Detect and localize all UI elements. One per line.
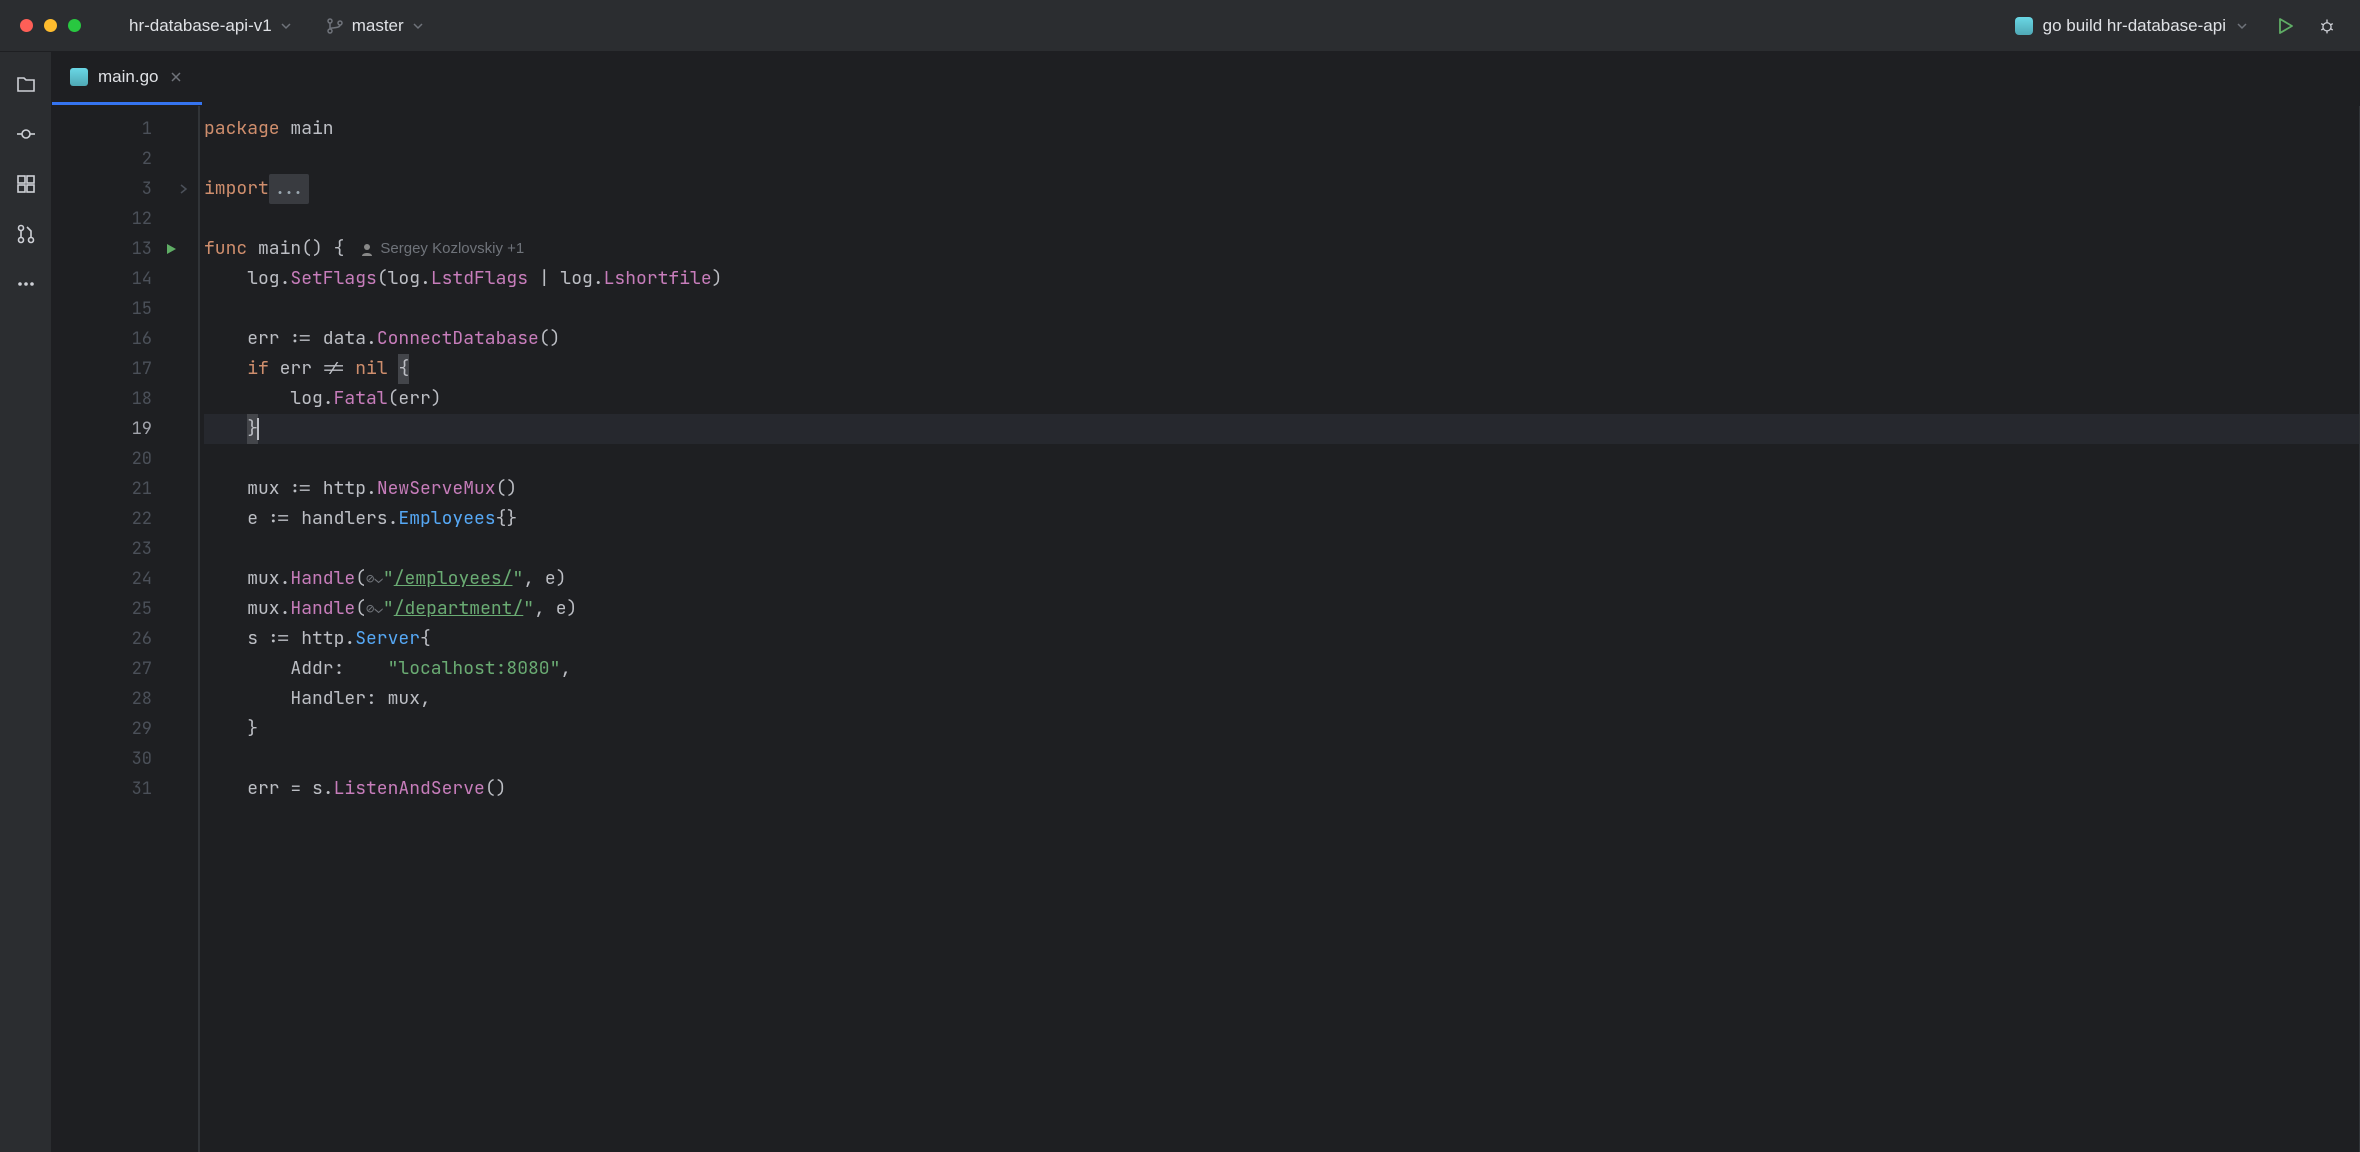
branch-name: master: [352, 16, 404, 36]
gutter-line[interactable]: 3: [52, 174, 198, 204]
gutter-line[interactable]: 2: [52, 144, 198, 174]
branch-selector[interactable]: master: [318, 12, 432, 40]
gutter-line[interactable]: 15: [52, 294, 198, 324]
code-line[interactable]: Handler: mux,: [204, 684, 2359, 714]
project-tool-button[interactable]: [6, 64, 46, 104]
tab-bar: main.go: [52, 52, 2360, 106]
tab-main-go[interactable]: main.go: [52, 52, 202, 105]
gutter-line[interactable]: 31: [52, 774, 198, 804]
gutter-line[interactable]: 25: [52, 594, 198, 624]
code-line[interactable]: [204, 444, 2359, 474]
code-line[interactable]: }: [204, 714, 2359, 744]
tab-label: main.go: [98, 67, 158, 87]
code-line[interactable]: log.Fatal(err): [204, 384, 2359, 414]
code-line[interactable]: [204, 744, 2359, 774]
gutter-line[interactable]: 30: [52, 744, 198, 774]
code-line[interactable]: [204, 534, 2359, 564]
gutter-line[interactable]: 14: [52, 264, 198, 294]
code-line[interactable]: mux := http.NewServeMux(): [204, 474, 2359, 504]
code-line[interactable]: func main() {Sergey Kozlovskiy +1: [204, 234, 2359, 264]
gutter-line[interactable]: 19: [52, 414, 198, 444]
run-gutter-icon[interactable]: [164, 242, 178, 256]
code-line[interactable]: [204, 204, 2359, 234]
gutter-line[interactable]: 17: [52, 354, 198, 384]
code-line[interactable]: err = s.ListenAndServe(): [204, 774, 2359, 804]
structure-tool-button[interactable]: [6, 164, 46, 204]
chevron-down-icon: [2236, 20, 2248, 32]
gutter-line[interactable]: 12: [52, 204, 198, 234]
more-tools-button[interactable]: [6, 264, 46, 304]
code-line[interactable]: import ...: [204, 174, 2359, 204]
window-controls: [20, 19, 81, 32]
project-name: hr-database-api-v1: [129, 16, 272, 36]
gutter-line[interactable]: 1: [52, 114, 198, 144]
code-line[interactable]: package main: [204, 114, 2359, 144]
debug-button[interactable]: [2314, 13, 2340, 39]
gutter-line[interactable]: 21: [52, 474, 198, 504]
gutter-line[interactable]: 18: [52, 384, 198, 414]
code-line[interactable]: if err != nil {: [204, 354, 2359, 384]
go-icon: [2015, 17, 2033, 35]
chevron-down-icon: [412, 20, 424, 32]
run-config-name: go build hr-database-api: [2043, 16, 2226, 36]
code-line[interactable]: [204, 144, 2359, 174]
editor-area: main.go 12312131415161718192021222324252…: [52, 52, 2360, 1152]
gutter-line[interactable]: 22: [52, 504, 198, 534]
git-branch-icon: [326, 17, 344, 35]
code-line[interactable]: log.SetFlags(log.LstdFlags | log.Lshortf…: [204, 264, 2359, 294]
run-config-selector[interactable]: go build hr-database-api: [2007, 12, 2256, 40]
gutter-line[interactable]: 26: [52, 624, 198, 654]
close-window-button[interactable]: [20, 19, 33, 32]
code-line[interactable]: err := data.ConnectDatabase(): [204, 324, 2359, 354]
gutter-line[interactable]: 20: [52, 444, 198, 474]
code-line[interactable]: s := http.Server{: [204, 624, 2359, 654]
project-selector[interactable]: hr-database-api-v1: [121, 12, 300, 40]
code-editor[interactable]: 1231213141516171819202122232425262728293…: [52, 106, 2360, 1152]
go-file-icon: [70, 68, 88, 86]
topbar: hr-database-api-v1 master go build hr-da…: [0, 0, 2360, 52]
gutter-line[interactable]: 29: [52, 714, 198, 744]
gutter-line[interactable]: 13: [52, 234, 198, 264]
pull-request-tool-button[interactable]: [6, 214, 46, 254]
minimize-window-button[interactable]: [44, 19, 57, 32]
close-tab-button[interactable]: [168, 69, 184, 85]
gutter-line[interactable]: 28: [52, 684, 198, 714]
code-line[interactable]: mux.Handle(⊘⌄"/department/", e): [204, 594, 2359, 624]
sidebar: [0, 52, 52, 1152]
code-line[interactable]: }: [204, 414, 2359, 444]
gutter-line[interactable]: 23: [52, 534, 198, 564]
run-button[interactable]: [2272, 13, 2298, 39]
code-line[interactable]: e := handlers.Employees{}: [204, 504, 2359, 534]
maximize-window-button[interactable]: [68, 19, 81, 32]
code-body[interactable]: package main import ... func main() {Serge…: [200, 106, 2359, 1152]
fold-chevron-icon[interactable]: [178, 183, 190, 195]
code-line[interactable]: mux.Handle(⊘⌄"/employees/", e): [204, 564, 2359, 594]
gutter-line[interactable]: 16: [52, 324, 198, 354]
commit-tool-button[interactable]: [6, 114, 46, 154]
gutter-line[interactable]: 27: [52, 654, 198, 684]
gutter-line[interactable]: 24: [52, 564, 198, 594]
code-line[interactable]: Addr: "localhost:8080",: [204, 654, 2359, 684]
chevron-down-icon: [280, 20, 292, 32]
gutter: 1231213141516171819202122232425262728293…: [52, 106, 200, 1152]
code-line[interactable]: [204, 294, 2359, 324]
